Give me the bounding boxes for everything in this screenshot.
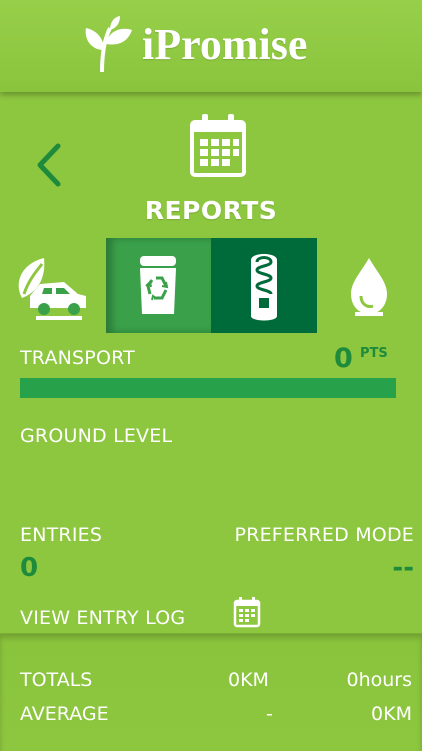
points-value: 0 <box>334 343 353 374</box>
light-bulb-icon <box>211 238 316 333</box>
preferred-mode-value: -- <box>392 553 414 583</box>
water-drop-icon <box>317 238 422 333</box>
average-time: - <box>266 703 273 725</box>
sprout-icon <box>80 14 136 74</box>
category-tabs <box>0 238 422 333</box>
tab-recycle[interactable] <box>106 238 212 333</box>
car-leaf-icon <box>0 238 105 333</box>
app-header: iPromise <box>0 0 422 92</box>
view-entry-log-link[interactable]: VIEW ENTRY LOG <box>20 607 185 629</box>
preferred-mode-label: PREFERRED MODE <box>235 524 414 546</box>
app-logo: iPromise <box>80 12 307 76</box>
tab-transport[interactable] <box>0 238 106 333</box>
points-unit: PTS <box>360 346 388 361</box>
calendar-icon[interactable] <box>233 596 261 628</box>
progress-bar-fill <box>20 378 396 398</box>
tab-energy[interactable] <box>211 238 317 333</box>
back-chevron-icon[interactable] <box>30 140 66 190</box>
app-name: iPromise <box>142 19 307 70</box>
totals-footer <box>0 633 422 751</box>
entries-label: ENTRIES <box>20 524 102 546</box>
page-title: REPORTS <box>0 196 422 225</box>
level-label: GROUND LEVEL <box>20 425 172 447</box>
totals-distance: 0KM <box>228 669 269 691</box>
calendar-icon <box>189 112 247 178</box>
entries-value: 0 <box>20 553 38 583</box>
tab-water[interactable] <box>317 238 422 333</box>
progress-bar <box>20 378 396 398</box>
totals-time: 0hours <box>346 669 412 691</box>
totals-label: TOTALS <box>20 669 92 691</box>
average-distance: 0KM <box>371 703 412 725</box>
average-label: AVERAGE <box>20 703 109 725</box>
category-label: TRANSPORT <box>20 347 135 369</box>
recycle-bin-icon <box>106 238 211 333</box>
